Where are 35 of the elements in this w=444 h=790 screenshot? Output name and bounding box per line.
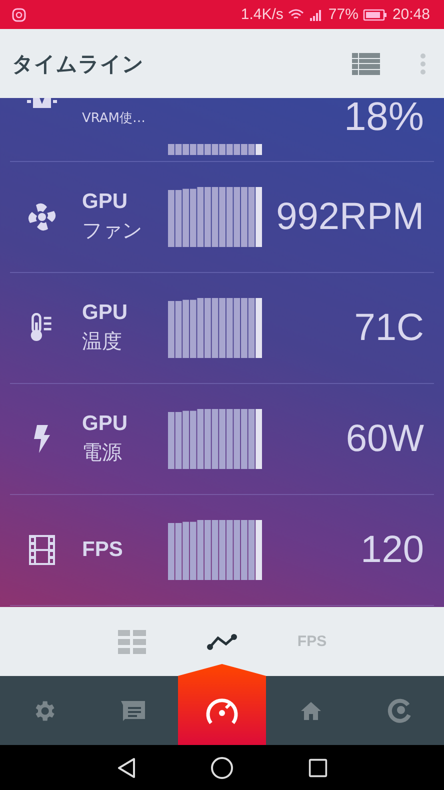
speedometer-icon (204, 696, 240, 726)
metric-value: 60W (344, 418, 425, 460)
speedometer-nav-button[interactable] (178, 664, 266, 745)
wifi-icon (288, 8, 304, 20)
metric-value: 992RPM (275, 196, 425, 238)
app-badge-icon (12, 8, 26, 22)
app-title: タイムライン (12, 50, 144, 78)
battery-icon (363, 8, 388, 20)
metric-value: 71C (353, 306, 425, 350)
metric-value: 18% (342, 98, 425, 140)
metric-label: 電源 (82, 439, 123, 466)
fan-icon (27, 202, 57, 232)
metric-title: GPU (82, 189, 129, 215)
home-icon (300, 702, 321, 720)
list-view-button[interactable] (352, 52, 380, 74)
ring-icon (386, 698, 413, 724)
lightning-bolt-icon (34, 425, 50, 453)
recents-button[interactable] (308, 758, 328, 778)
grid-icon (118, 630, 146, 654)
clock: 20:48 (392, 6, 430, 23)
metric-label: VRAM使… (82, 110, 147, 128)
metric-title: FPS (82, 537, 124, 563)
signal-icon (309, 8, 324, 20)
battery-percent: 77% (328, 6, 358, 23)
back-button[interactable] (116, 756, 136, 778)
metric-label: ファン (82, 217, 143, 244)
metric-title: GPU (82, 411, 129, 437)
home-button[interactable] (210, 756, 234, 780)
metric-label: 温度 (82, 328, 123, 355)
message-icon (121, 700, 146, 720)
metric-title: GPU (82, 300, 129, 326)
line-chart-icon (207, 634, 237, 650)
film-strip-icon (29, 535, 55, 565)
metric-value: 120 (360, 528, 425, 572)
network-speed: 1.4K/s (240, 6, 284, 23)
